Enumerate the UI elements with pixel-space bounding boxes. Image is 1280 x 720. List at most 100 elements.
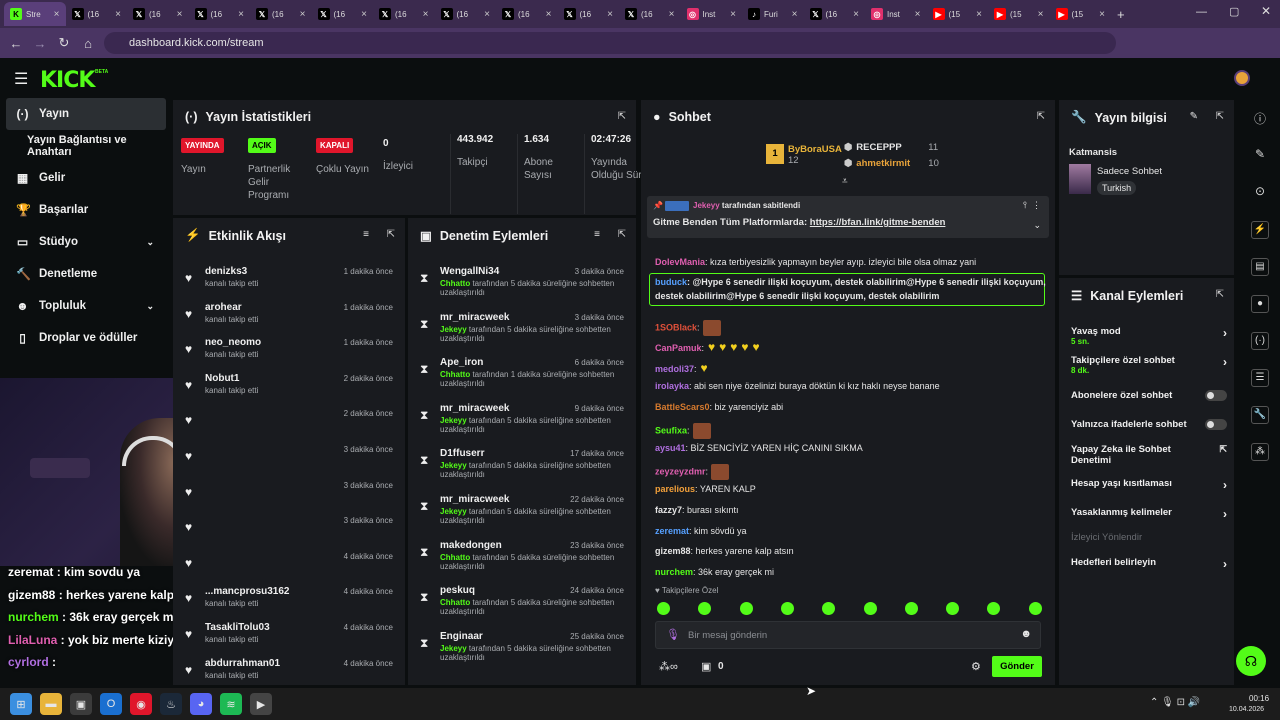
close-icon[interactable]: ×: [915, 9, 921, 20]
emote-button[interactable]: [780, 602, 794, 615]
browser-tab[interactable]: K Stre ×: [4, 2, 66, 26]
close-icon[interactable]: ×: [484, 9, 490, 20]
moderator-name[interactable]: Chhatto: [440, 370, 470, 379]
activity-user[interactable]: TasakliTolu03: [205, 622, 270, 633]
close-icon[interactable]: ×: [423, 9, 429, 20]
channel-action-row[interactable]: Hedefleri belirleyin ›: [1071, 557, 1227, 571]
user-avatar[interactable]: [1234, 70, 1250, 86]
chat-user[interactable]: gizem88: [655, 546, 691, 556]
browser-tab[interactable]: ▶ (15 ×: [988, 2, 1050, 26]
moderated-user[interactable]: peskuq: [440, 585, 475, 596]
emote-button[interactable]: [904, 602, 918, 615]
activity-user[interactable]: neo_neomo: [205, 337, 261, 348]
channel-action-row[interactable]: Yasaklanmış kelimeler ›: [1071, 507, 1227, 521]
channel-action-row[interactable]: Yavaş mod 5 sn. ›: [1071, 326, 1227, 346]
emote-button[interactable]: [946, 602, 960, 615]
activity-user[interactable]: denizks3: [205, 266, 247, 277]
maximize-icon[interactable]: ▢: [1229, 5, 1239, 18]
new-tab-button[interactable]: +: [1117, 7, 1125, 22]
emote-button[interactable]: [987, 602, 1001, 615]
moderated-user[interactable]: WengallNi34: [440, 266, 499, 277]
emote-button[interactable]: [698, 602, 712, 615]
popout-icon[interactable]: ⇱: [1216, 289, 1224, 300]
browser-tab[interactable]: 𝕏 (16 ×: [127, 2, 189, 26]
browser-tab[interactable]: 𝕏 (16 ×: [373, 2, 435, 26]
moderated-user[interactable]: Ape_iron: [440, 357, 483, 368]
sidebar-item[interactable]: ▭ Stüdyo ⌄: [0, 226, 172, 258]
activity-user[interactable]: abdurrahman01: [205, 658, 280, 669]
browser-tab[interactable]: 𝕏 (16 ×: [435, 2, 497, 26]
leader-name[interactable]: ahmetkirmit: [856, 158, 928, 169]
moderator-name[interactable]: Jekeyy: [440, 325, 467, 334]
browser-tab[interactable]: 𝕏 (16 ×: [558, 2, 620, 26]
toggle-switch[interactable]: [1205, 390, 1227, 401]
chat-user[interactable]: irolayka: [655, 381, 689, 391]
pencil-icon[interactable]: ✎: [1251, 147, 1269, 165]
edit-icon[interactable]: ✎: [1190, 111, 1198, 122]
close-icon[interactable]: ×: [1099, 9, 1105, 20]
chat-user[interactable]: zeremat: [655, 526, 689, 536]
outlook-icon[interactable]: O: [100, 693, 122, 715]
close-icon[interactable]: ×: [361, 9, 367, 20]
channel-action-row[interactable]: Abonelere özel sohbet: [1071, 390, 1227, 401]
sidebar-item[interactable]: 🔨 Denetleme: [0, 258, 172, 290]
sidebar-item[interactable]: (·) Yayın: [6, 98, 166, 130]
sidebar-item[interactable]: ▯ Droplar ve ödüller: [0, 322, 172, 354]
unpin-icon[interactable]: ⫯: [1023, 200, 1027, 211]
channel-action-row[interactable]: Yapay Zeka ile Sohbet Denetimi ⇱: [1071, 444, 1227, 466]
moderator-name[interactable]: Chhatto: [440, 598, 470, 607]
browser-tab[interactable]: ▶ (15 ×: [1050, 2, 1112, 26]
popout-icon[interactable]: ⇱: [618, 229, 626, 240]
emote-button[interactable]: [657, 602, 670, 615]
chat-user[interactable]: nurchem: [655, 567, 693, 577]
chat-user[interactable]: aysu41: [655, 443, 686, 453]
sliders-icon[interactable]: ☰: [1251, 369, 1269, 387]
close-icon[interactable]: ×: [1038, 9, 1044, 20]
emoji-icon[interactable]: ☻: [1020, 628, 1032, 640]
channel-action-row[interactable]: Hesap yaşı kısıtlaması ›: [1071, 478, 1227, 492]
expand-icon[interactable]: ⌄: [1033, 220, 1041, 231]
community-icon[interactable]: ⁂∞: [659, 660, 678, 673]
chat-user[interactable]: 1SOBlack: [655, 322, 697, 332]
info-icon[interactable]: ⓘ: [1251, 110, 1269, 128]
chat-user[interactable]: CanPamuk: [655, 343, 702, 353]
menu-icon[interactable]: ☰: [14, 69, 28, 89]
chat-user[interactable]: fazzy7: [655, 505, 682, 515]
chat-user[interactable]: zeyzeyzdmr: [655, 466, 706, 476]
camera-icon[interactable]: ⊙: [1251, 184, 1269, 202]
close-icon[interactable]: ×: [976, 9, 982, 20]
browser-tab[interactable]: 𝕏 (16 ×: [250, 2, 312, 26]
send-button[interactable]: Gönder: [992, 656, 1042, 677]
media-player-icon[interactable]: ▶: [250, 693, 272, 715]
close-icon[interactable]: ×: [792, 9, 798, 20]
broadcast-icon[interactable]: (·): [1251, 332, 1269, 350]
close-icon[interactable]: ×: [546, 9, 552, 20]
browser-tab[interactable]: ♪ Furi ×: [742, 2, 804, 26]
close-icon[interactable]: ×: [669, 9, 675, 20]
home-icon[interactable]: ⌂: [76, 36, 100, 51]
close-icon[interactable]: ×: [238, 9, 244, 20]
filter-icon[interactable]: ≡: [594, 229, 600, 240]
moderated-user[interactable]: mr_miracweek: [440, 494, 510, 505]
moderator-name[interactable]: Chhatto: [440, 279, 470, 288]
chat-icon[interactable]: ●: [1251, 295, 1269, 313]
minimize-icon[interactable]: —: [1196, 6, 1207, 18]
folder-icon[interactable]: ▬: [40, 693, 62, 715]
filter-icon[interactable]: ≡: [363, 229, 369, 240]
moderated-user[interactable]: makedongen: [440, 540, 502, 551]
sidebar-item[interactable]: ☻ Topluluk ⌄: [0, 290, 172, 322]
close-icon[interactable]: ×: [115, 9, 121, 20]
url-field[interactable]: dashboard.kick.com/stream: [104, 32, 1116, 54]
browser-tab[interactable]: 𝕏 (16 ×: [496, 2, 558, 26]
leader-name[interactable]: ByBoraUSA: [788, 144, 842, 155]
moderated-user[interactable]: D1ffuserr: [440, 448, 484, 459]
emote-button[interactable]: [739, 602, 753, 615]
mic-icon[interactable]: 🎙: [666, 628, 680, 641]
moderated-user[interactable]: mr_miracweek: [440, 403, 510, 414]
collapse-icon[interactable]: ⩡: [842, 176, 848, 187]
emote-button[interactable]: [822, 602, 836, 615]
chat-user[interactable]: medoli37: [655, 364, 694, 374]
close-icon[interactable]: ×: [177, 9, 183, 20]
spotify-icon[interactable]: ≋: [220, 693, 242, 715]
browser-tab[interactable]: 𝕏 (16 ×: [66, 2, 128, 26]
